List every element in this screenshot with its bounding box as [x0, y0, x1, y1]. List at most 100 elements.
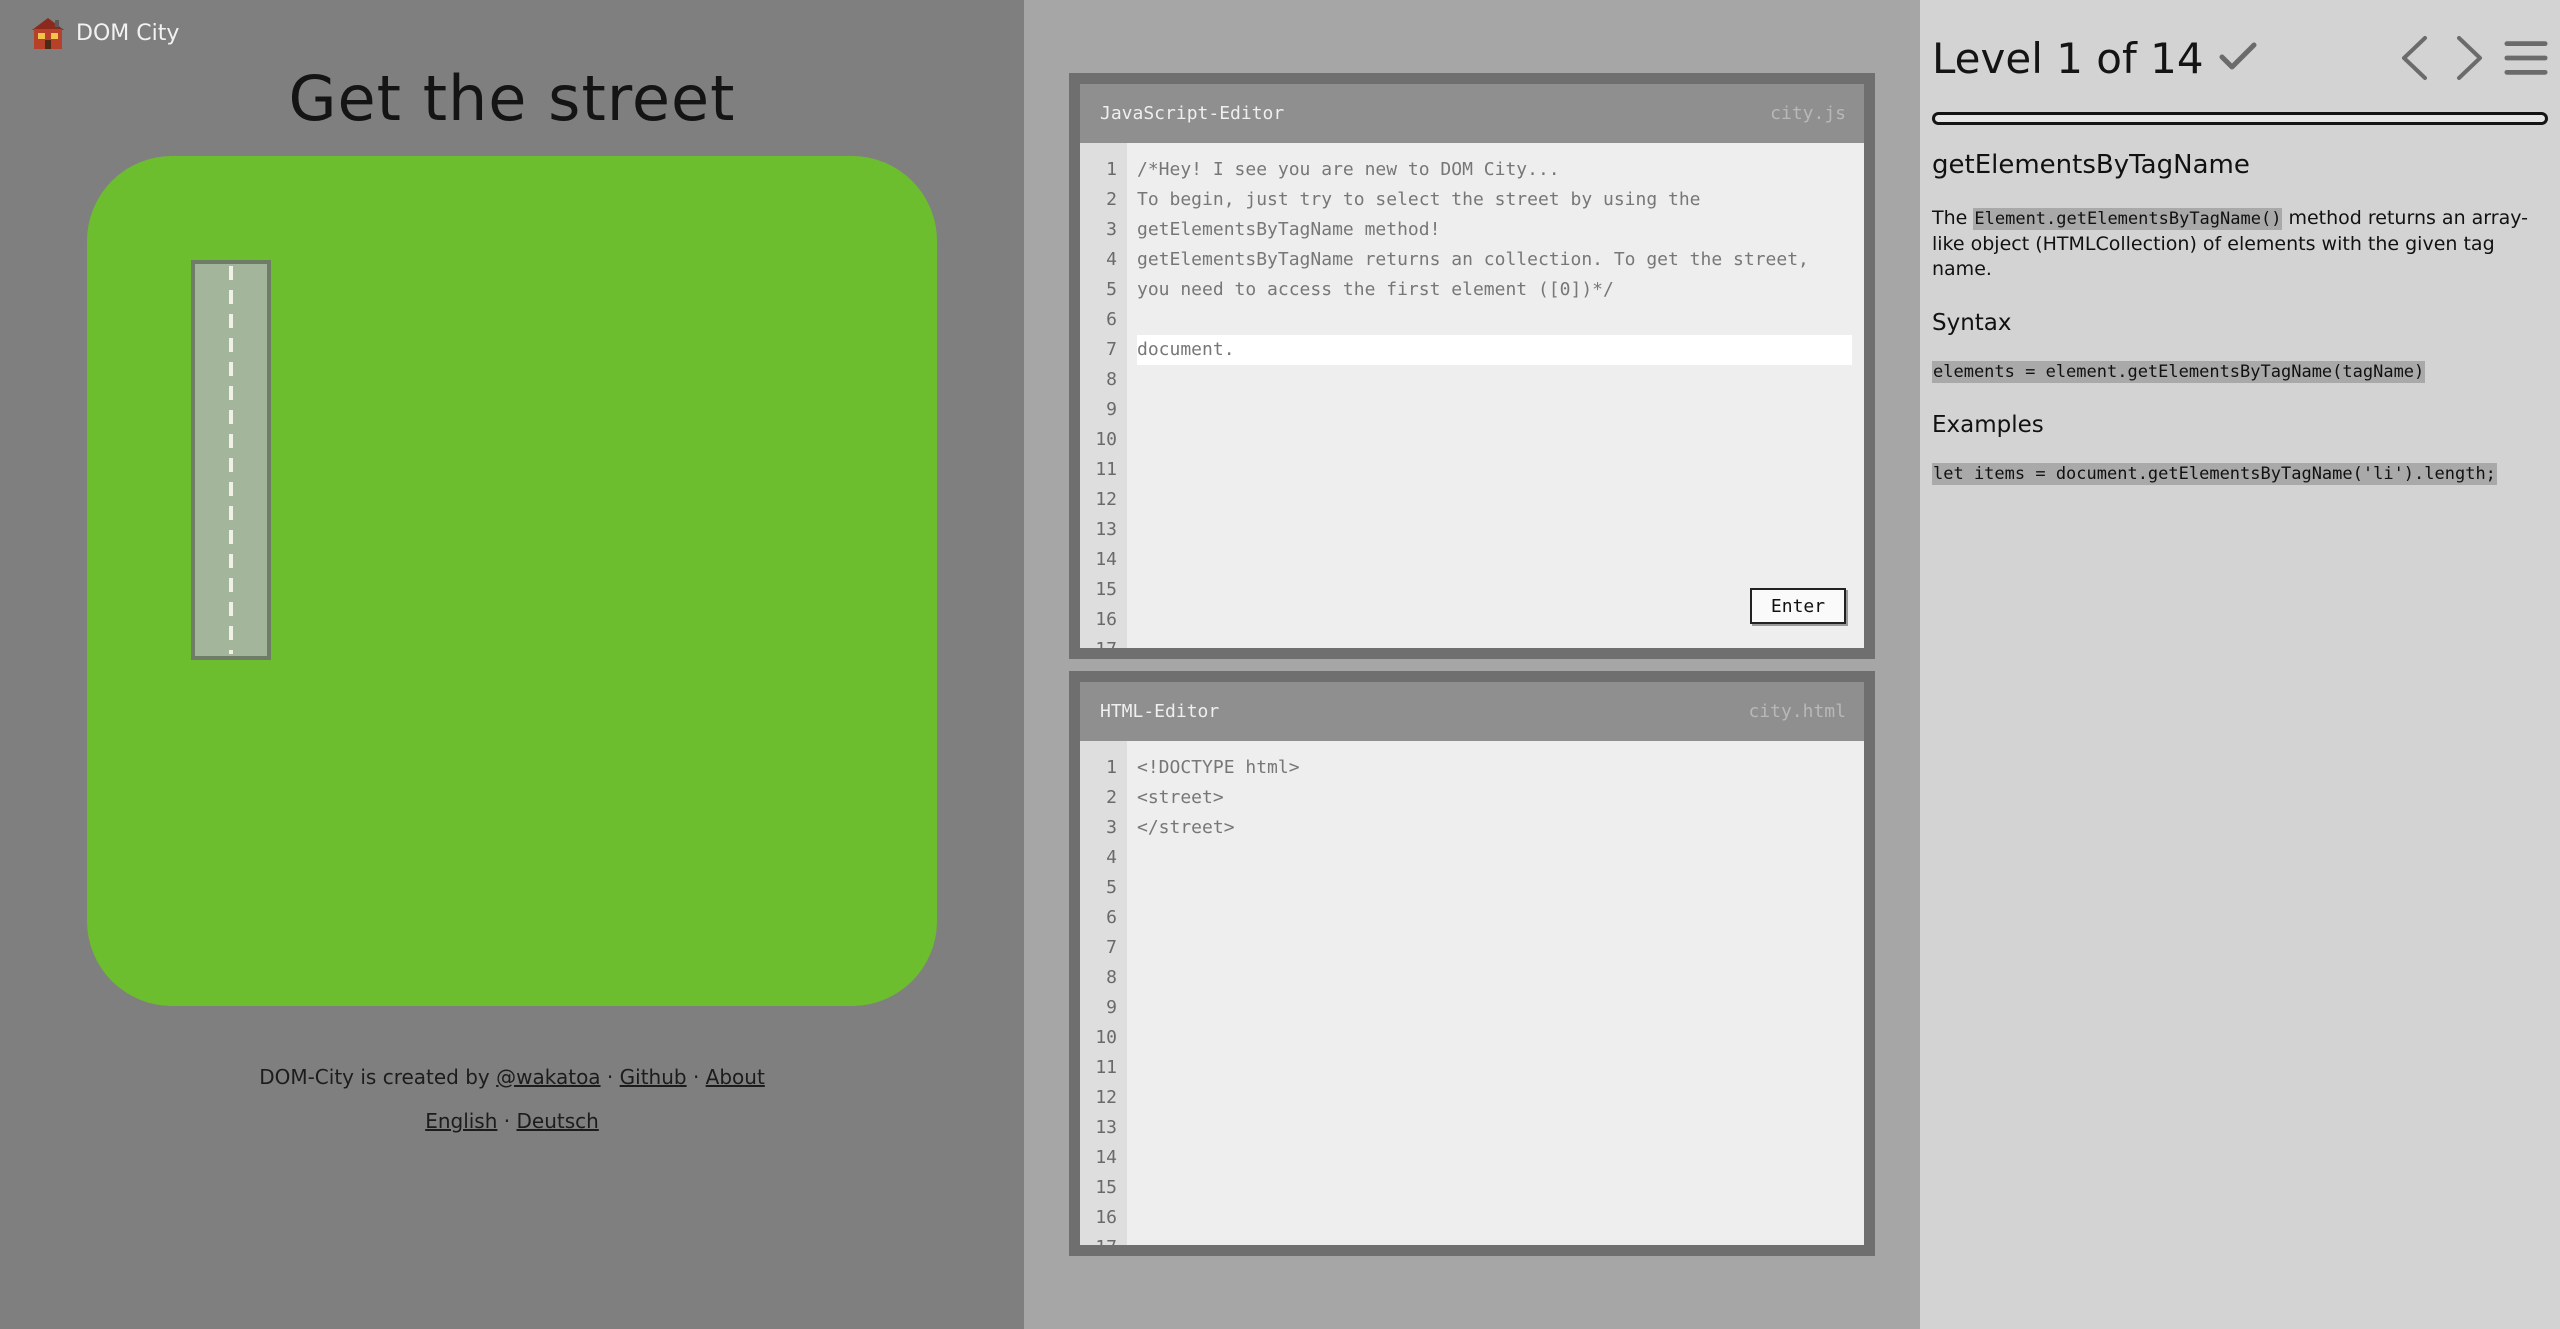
js-code-area[interactable]: /*Hey! I see you are new to DOM City... …	[1127, 143, 1864, 648]
code-line[interactable]	[1137, 545, 1852, 575]
code-line[interactable]	[1137, 455, 1852, 485]
instructions-panel: Level 1 of 14 getElementsByTagName The E…	[1920, 0, 2560, 1329]
line-number: 10	[1095, 429, 1117, 450]
html-code-area: <!DOCTYPE html> <street> </street>	[1127, 741, 1864, 1245]
street-lane-marking	[229, 266, 233, 654]
line-number: 9	[1106, 399, 1117, 420]
line-number: 6	[1106, 907, 1117, 928]
separator: ·	[503, 1109, 511, 1133]
examples-heading: Examples	[1932, 412, 2044, 438]
line-number: 8	[1106, 967, 1117, 988]
example-code: let items = document.getElementsByTagNam…	[1932, 463, 2497, 485]
code-line[interactable]	[1137, 635, 1852, 648]
line-number: 16	[1095, 609, 1117, 630]
line-number: 15	[1095, 1177, 1117, 1198]
line-number: 17	[1080, 1233, 1117, 1245]
code-line[interactable]	[1137, 395, 1852, 425]
author-link[interactable]: @wakatoa	[496, 1065, 600, 1089]
js-editor-body[interactable]: 1 2 3 4 5 6 7 8 9 10 11 12 13 14 15 16 1…	[1080, 143, 1864, 648]
line-number: 9	[1106, 997, 1117, 1018]
line-number: 12	[1095, 1087, 1117, 1108]
line-number: 17	[1080, 635, 1117, 648]
doc-inline-code: Element.getElementsByTagName()	[1973, 208, 2283, 230]
html-editor-header: HTML-Editor city.html	[1080, 682, 1864, 741]
chevron-left-icon[interactable]	[2392, 34, 2436, 82]
lang-deutsch-link[interactable]: Deutsch	[516, 1109, 598, 1133]
brand[interactable]: DOM City	[30, 15, 179, 51]
enter-button[interactable]: Enter	[1750, 588, 1846, 624]
credits-text: DOM-City is created by	[259, 1065, 490, 1089]
html-editor-filename: city.html	[1748, 701, 1846, 722]
syntax-heading: Syntax	[1932, 310, 2012, 336]
level-navigation	[2392, 30, 2548, 86]
level-counter: Level 1 of 14	[1932, 33, 2204, 83]
line-number: 7	[1106, 937, 1117, 958]
line-number: 2	[1106, 787, 1117, 808]
syntax-code-block: elements = element.getElementsByTagName(…	[1932, 361, 2550, 383]
chevron-right-icon[interactable]	[2448, 34, 2492, 82]
code-line[interactable]: getElementsByTagName returns an collecti…	[1137, 245, 1852, 275]
language-switcher: English · Deutsch	[0, 1109, 1024, 1133]
level-progress-bar	[1932, 112, 2548, 125]
html-line-numbers: 1 2 3 4 5 6 7 8 9 10 11 12 13 14 15 16 1…	[1080, 741, 1127, 1245]
js-line-numbers: 1 2 3 4 5 6 7 8 9 10 11 12 13 14 15 16 1…	[1080, 143, 1127, 648]
example-code-block: let items = document.getElementsByTagNam…	[1932, 463, 2550, 485]
line-number: 12	[1095, 489, 1117, 510]
js-editor-title: JavaScript-Editor	[1100, 103, 1285, 124]
house-icon	[30, 16, 66, 50]
code-line[interactable]	[1137, 575, 1852, 605]
code-line[interactable]: /*Hey! I see you are new to DOM City...	[1137, 155, 1852, 185]
code-line[interactable]	[1137, 515, 1852, 545]
js-editor-header: JavaScript-Editor city.js	[1080, 84, 1864, 143]
html-editor-body: 1 2 3 4 5 6 7 8 9 10 11 12 13 14 15 16 1…	[1080, 741, 1864, 1245]
level-header: Level 1 of 14	[1932, 30, 2258, 86]
hamburger-menu-icon[interactable]	[2504, 34, 2548, 82]
github-link[interactable]: Github	[620, 1065, 687, 1089]
brand-name: DOM City	[76, 20, 180, 46]
lang-english-link[interactable]: English	[425, 1109, 497, 1133]
line-number: 3	[1106, 219, 1117, 240]
line-number: 10	[1095, 1027, 1117, 1048]
line-number: 14	[1095, 1147, 1117, 1168]
doc-text: The	[1932, 207, 1974, 229]
city-panel: DOM City Get the street DOM-City is crea…	[0, 0, 1024, 1329]
line-number: 16	[1095, 1207, 1117, 1228]
method-documentation: getElementsByTagName The Element.getElem…	[1932, 150, 2550, 514]
code-line[interactable]	[1137, 365, 1852, 395]
line-number: 5	[1106, 877, 1117, 898]
line-number: 11	[1095, 459, 1117, 480]
code-line[interactable]: To begin, just try to select the street …	[1137, 185, 1852, 215]
code-line: </street>	[1137, 817, 1235, 838]
line-number: 13	[1095, 1117, 1117, 1138]
line-number: 11	[1095, 1057, 1117, 1078]
code-line[interactable]	[1137, 605, 1852, 635]
separator: ·	[606, 1065, 614, 1089]
line-number: 5	[1106, 279, 1117, 300]
code-line[interactable]: you need to access the first element ([0…	[1137, 275, 1852, 305]
code-line: <street>	[1137, 787, 1224, 808]
code-line[interactable]	[1137, 425, 1852, 455]
street	[191, 260, 271, 660]
code-line[interactable]: getElementsByTagName method!	[1137, 215, 1852, 245]
line-number: 6	[1106, 309, 1117, 330]
line-number: 1	[1106, 757, 1117, 778]
code-line-active[interactable]: document.	[1137, 335, 1852, 365]
code-line[interactable]	[1137, 305, 1852, 335]
line-number: 4	[1106, 847, 1117, 868]
about-link[interactable]: About	[706, 1065, 765, 1089]
line-number: 14	[1095, 549, 1117, 570]
syntax-code: elements = element.getElementsByTagName(…	[1932, 361, 2426, 383]
line-number: 13	[1095, 519, 1117, 540]
code-line[interactable]	[1137, 485, 1852, 515]
js-editor-filename: city.js	[1770, 103, 1846, 124]
